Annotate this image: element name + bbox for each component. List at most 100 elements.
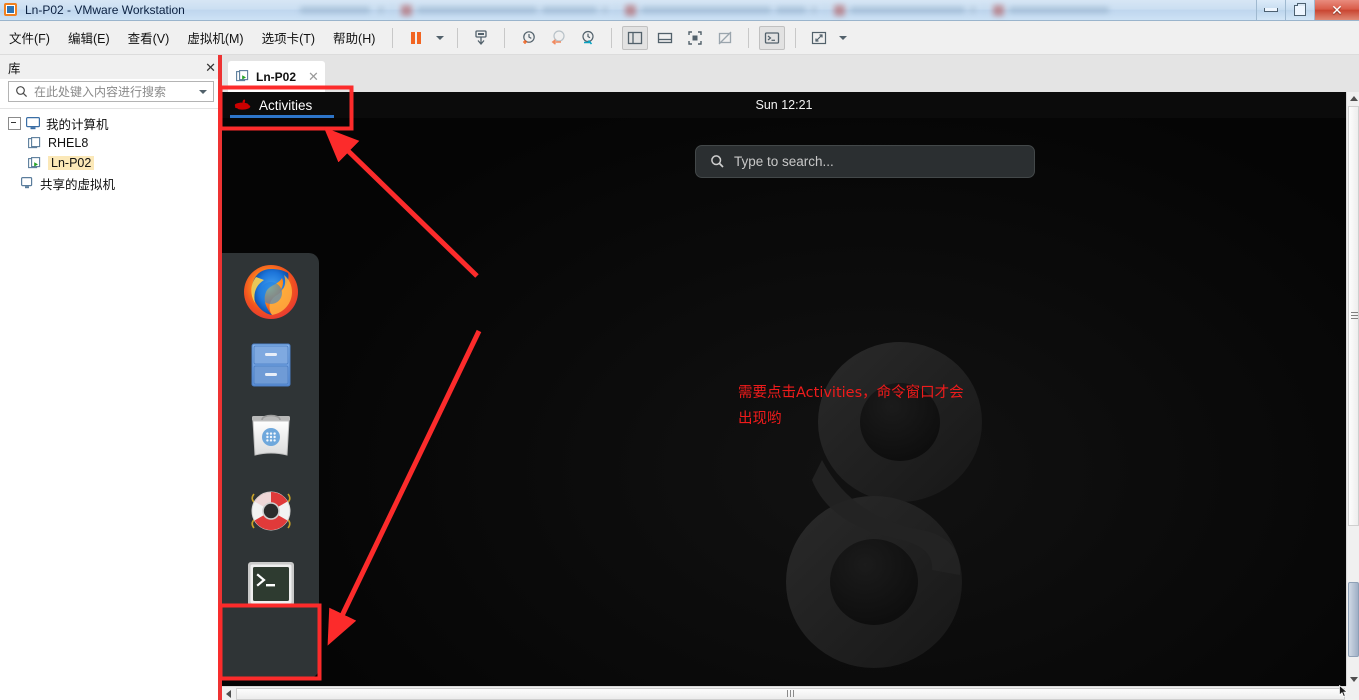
snapshot-restore-button[interactable]: [545, 26, 571, 50]
scroll-left-button[interactable]: [222, 687, 235, 700]
show-library-button[interactable]: [622, 25, 649, 50]
minimize-button[interactable]: [1256, 0, 1285, 20]
tree-item-label: Ln-P02: [48, 156, 95, 170]
thumbnail-bar-icon: [658, 32, 673, 43]
vm-tab-ln-p02[interactable]: Ln-P02 ✕: [228, 61, 325, 92]
library-panel: 库 ✕ 在此处键入内容进行搜索 我的计算机 RHEL8 Ln-P02 共享的虚拟…: [0, 55, 222, 700]
console-view-button[interactable]: [759, 25, 786, 50]
menu-vm[interactable]: 虚拟机(M): [178, 25, 252, 50]
gnome-search-placeholder: Type to search...: [734, 154, 834, 169]
window-controls: ✕: [1256, 0, 1359, 20]
library-header: 库 ✕: [0, 55, 222, 79]
vm-tab-strip: Ln-P02 ✕: [222, 55, 1359, 92]
vmware-icon: [4, 2, 20, 18]
snapshot-revert-button[interactable]: [515, 26, 541, 50]
monitor-icon: [26, 116, 40, 130]
tree-item-shared-vms[interactable]: 共享的虚拟机: [0, 173, 222, 193]
toolbar-divider-2: [457, 27, 459, 48]
vertical-scroll-thumb[interactable]: [1348, 582, 1359, 657]
vertical-scroll-track[interactable]: [1348, 106, 1359, 526]
fullscreen-icon: [688, 30, 703, 45]
library-search-placeholder: 在此处键入内容进行搜索: [34, 85, 167, 99]
search-dropdown-caret[interactable]: [199, 89, 207, 94]
help-lifering-icon: [250, 491, 291, 531]
horizontal-scroll-thumb[interactable]: [236, 687, 1345, 700]
close-icon: ✕: [1331, 2, 1343, 18]
close-icon[interactable]: ✕: [308, 69, 319, 85]
dock-item-files[interactable]: [240, 334, 302, 396]
library-tree: 我的计算机 RHEL8 Ln-P02 共享的虚拟机: [0, 108, 222, 193]
window-title: Ln-P02 - VMware Workstation: [25, 3, 185, 17]
pause-dropdown-caret[interactable]: [436, 35, 445, 40]
clock-wrench-icon: [582, 30, 594, 45]
expander-icon[interactable]: [8, 116, 21, 130]
toolbar-divider-3: [504, 27, 506, 48]
activities-active-indicator: [230, 115, 334, 118]
menu-bar: 文件(F) 编辑(E) 查看(V) 虚拟机(M) 选项卡(T) 帮助(H): [0, 21, 1359, 55]
menu-file[interactable]: 文件(F): [0, 25, 59, 50]
snapshot-take-icon: [475, 29, 488, 45]
activities-label: Activities: [259, 97, 313, 113]
library-panel-icon: [628, 31, 643, 44]
menu-view[interactable]: 查看(V): [119, 25, 179, 50]
vm-running-icon: [28, 156, 42, 170]
guest-screen[interactable]: Activities Sun 12:21 Type to search... 需…: [222, 92, 1346, 686]
clock[interactable]: Sun 12:21: [222, 92, 1346, 118]
vm-icon: [28, 136, 42, 150]
scroll-up-button[interactable]: [1347, 92, 1359, 105]
gnome-search-input[interactable]: Type to search...: [695, 145, 1035, 178]
search-icon: [15, 85, 28, 98]
tree-item-my-computer[interactable]: 我的计算机: [0, 113, 222, 133]
dock-item-firefox[interactable]: [240, 261, 302, 323]
tree-item-rhel8[interactable]: RHEL8: [0, 133, 222, 153]
tree-item-ln-p02[interactable]: Ln-P02: [0, 153, 222, 173]
tree-item-label: 共享的虚拟机: [40, 177, 116, 192]
guest-vertical-scrollbar[interactable]: [1346, 92, 1359, 686]
library-close-icon[interactable]: ✕: [205, 61, 216, 74]
library-search-box[interactable]: 在此处键入内容进行搜索: [8, 81, 214, 102]
redhat-logo: [234, 99, 252, 112]
stretch-guest-button[interactable]: [806, 26, 832, 50]
unity-mode-button[interactable]: [712, 26, 738, 50]
show-thumbnail-bar-button[interactable]: [652, 26, 678, 50]
clock-back-icon: [552, 29, 565, 45]
stretch-dropdown-caret[interactable]: [839, 35, 848, 40]
pause-button[interactable]: [403, 26, 429, 50]
fullscreen-button[interactable]: [682, 26, 708, 50]
stretch-icon: [812, 31, 827, 44]
snapshot-manager-button[interactable]: [575, 26, 601, 50]
software-bag-icon: [251, 414, 290, 456]
files-cabinet-icon: [251, 343, 290, 387]
toolbar-divider-6: [795, 27, 797, 48]
firefox-icon: [243, 265, 298, 319]
vm-running-icon: [236, 70, 250, 83]
unity-mode-icon: [718, 31, 732, 44]
pause-icon: [411, 31, 422, 44]
menu-tabs[interactable]: 选项卡(T): [253, 25, 324, 50]
close-button[interactable]: ✕: [1314, 0, 1359, 20]
tree-item-label: 我的计算机: [46, 117, 109, 132]
annotation-note: 需要点击Activities，命令窗口才会 出现哟: [738, 385, 964, 427]
restore-button[interactable]: [1285, 0, 1314, 20]
gnome-top-bar: Activities Sun 12:21: [222, 92, 1346, 118]
activities-button[interactable]: Activities: [222, 92, 334, 118]
dock-item-help[interactable]: [240, 480, 302, 542]
scroll-grip: [1351, 312, 1358, 319]
toolbar-divider-5: [748, 27, 750, 48]
scroll-grip: [787, 690, 794, 697]
background-bleed-through: [300, 0, 1250, 20]
snapshot-take-button[interactable]: [468, 26, 494, 50]
dock-item-terminal[interactable]: [240, 553, 302, 615]
guest-horizontal-scrollbar[interactable]: [222, 686, 1359, 700]
gnome-dock: [222, 253, 319, 678]
shared-vm-icon: [20, 176, 34, 190]
search-icon: [710, 154, 725, 169]
menu-help[interactable]: 帮助(H): [324, 25, 384, 50]
vmware-workstation-window: Ln-P02 - VMware Workstation ✕ 文件(F) 编辑(E…: [0, 0, 1359, 700]
dock-item-software[interactable]: [240, 407, 302, 469]
clock-plus-icon: [523, 30, 536, 44]
menu-edit[interactable]: 编辑(E): [59, 25, 119, 50]
title-bar: Ln-P02 - VMware Workstation ✕: [0, 0, 1359, 21]
terminal-icon: [247, 562, 294, 606]
vm-tab-label: Ln-P02: [256, 69, 297, 84]
